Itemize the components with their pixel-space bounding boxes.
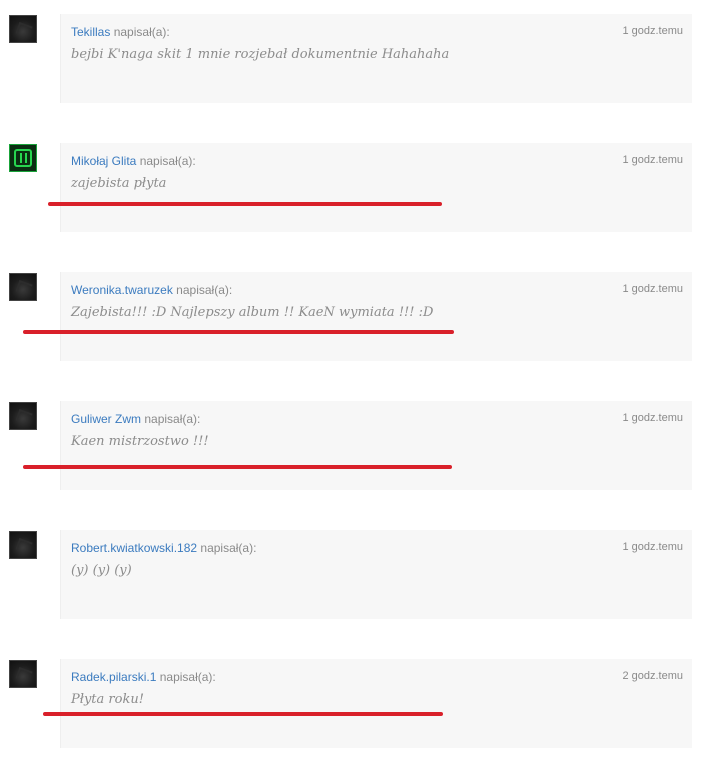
comment-text: Kaen mistrzostwo !!! <box>71 434 209 449</box>
comment-header: Weronika.twaruzek napisał(a): <box>71 283 232 297</box>
red-underline-annotation <box>48 202 442 206</box>
comment-timestamp: 1 godz.temu <box>622 412 683 424</box>
comment-text: zajebista płyta <box>71 176 167 191</box>
comment-author-link[interactable]: Weronika.twaruzek <box>71 283 173 297</box>
comment-header: Tekillas napisał(a): <box>71 25 170 39</box>
comment-author-link[interactable]: Mikołaj Glita <box>71 154 136 168</box>
comment-bubble: Weronika.twaruzek napisał(a): 1 godz.tem… <box>60 272 692 361</box>
comment-timestamp: 1 godz.temu <box>622 283 683 295</box>
comment-text: (y) (y) (y) <box>71 563 132 578</box>
user-avatar-icon[interactable] <box>9 660 37 688</box>
wrote-label: napisał(a): <box>139 154 196 168</box>
avatar-mark-icon <box>15 666 33 684</box>
comment-author-link[interactable]: Tekillas <box>71 25 110 39</box>
avatar-mark-icon <box>15 21 33 39</box>
user-avatar-icon[interactable] <box>9 15 37 43</box>
wrote-label: napisał(a): <box>113 25 170 39</box>
comment-item: Mikołaj Glita napisał(a): 1 godz.temu za… <box>0 143 727 243</box>
comment-item: Tekillas napisał(a): 1 godz.temu bejbi K… <box>0 14 727 114</box>
comment-author-link[interactable]: Guliwer Zwm <box>71 412 141 426</box>
wrote-label: napisał(a): <box>159 670 216 684</box>
comment-header: Guliwer Zwm napisał(a): <box>71 412 200 426</box>
comment-header: Mikołaj Glita napisał(a): <box>71 154 196 168</box>
avatar-mark-icon <box>15 279 33 297</box>
comment-text: bejbi K'naga skit 1 mnie rozjebał dokume… <box>71 47 450 62</box>
comment-text: Płyta roku! <box>71 692 144 707</box>
user-avatar-icon[interactable] <box>9 402 37 430</box>
comment-timestamp: 1 godz.temu <box>622 25 683 37</box>
wrote-label: napisał(a): <box>144 412 201 426</box>
avatar-mark-icon <box>14 149 32 167</box>
comment-author-link[interactable]: Radek.pilarski.1 <box>71 670 156 684</box>
comment-bubble: Radek.pilarski.1 napisał(a): 2 godz.temu… <box>60 659 692 748</box>
avatar-mark-icon <box>15 537 33 555</box>
comment-item: Weronika.twaruzek napisał(a): 1 godz.tem… <box>0 272 727 372</box>
wrote-label: napisał(a): <box>176 283 233 297</box>
comment-timestamp: 2 godz.temu <box>622 670 683 682</box>
comment-header: Radek.pilarski.1 napisał(a): <box>71 670 216 684</box>
comment-bubble: Guliwer Zwm napisał(a): 1 godz.temu Kaen… <box>60 401 692 490</box>
comment-bubble: Tekillas napisał(a): 1 godz.temu bejbi K… <box>60 14 692 103</box>
user-avatar-icon[interactable] <box>9 144 37 172</box>
wrote-label: napisał(a): <box>200 541 257 555</box>
comment-item: Robert.kwiatkowski.182 napisał(a): 1 god… <box>0 530 727 630</box>
comment-bubble: Robert.kwiatkowski.182 napisał(a): 1 god… <box>60 530 692 619</box>
comment-item: Guliwer Zwm napisał(a): 1 godz.temu Kaen… <box>0 401 727 501</box>
comment-bubble: Mikołaj Glita napisał(a): 1 godz.temu za… <box>60 143 692 232</box>
comment-author-link[interactable]: Robert.kwiatkowski.182 <box>71 541 197 555</box>
user-avatar-icon[interactable] <box>9 273 37 301</box>
comment-item: Radek.pilarski.1 napisał(a): 2 godz.temu… <box>0 659 727 759</box>
user-avatar-icon[interactable] <box>9 531 37 559</box>
comment-timestamp: 1 godz.temu <box>622 541 683 553</box>
avatar-mark-icon <box>15 408 33 426</box>
comment-text: Zajebista!!! :D Najlepszy album !! KaeN … <box>71 305 434 320</box>
red-underline-annotation <box>23 465 452 469</box>
red-underline-annotation <box>23 330 454 334</box>
comment-timestamp: 1 godz.temu <box>622 154 683 166</box>
comment-header: Robert.kwiatkowski.182 napisał(a): <box>71 541 256 555</box>
red-underline-annotation <box>43 712 443 716</box>
